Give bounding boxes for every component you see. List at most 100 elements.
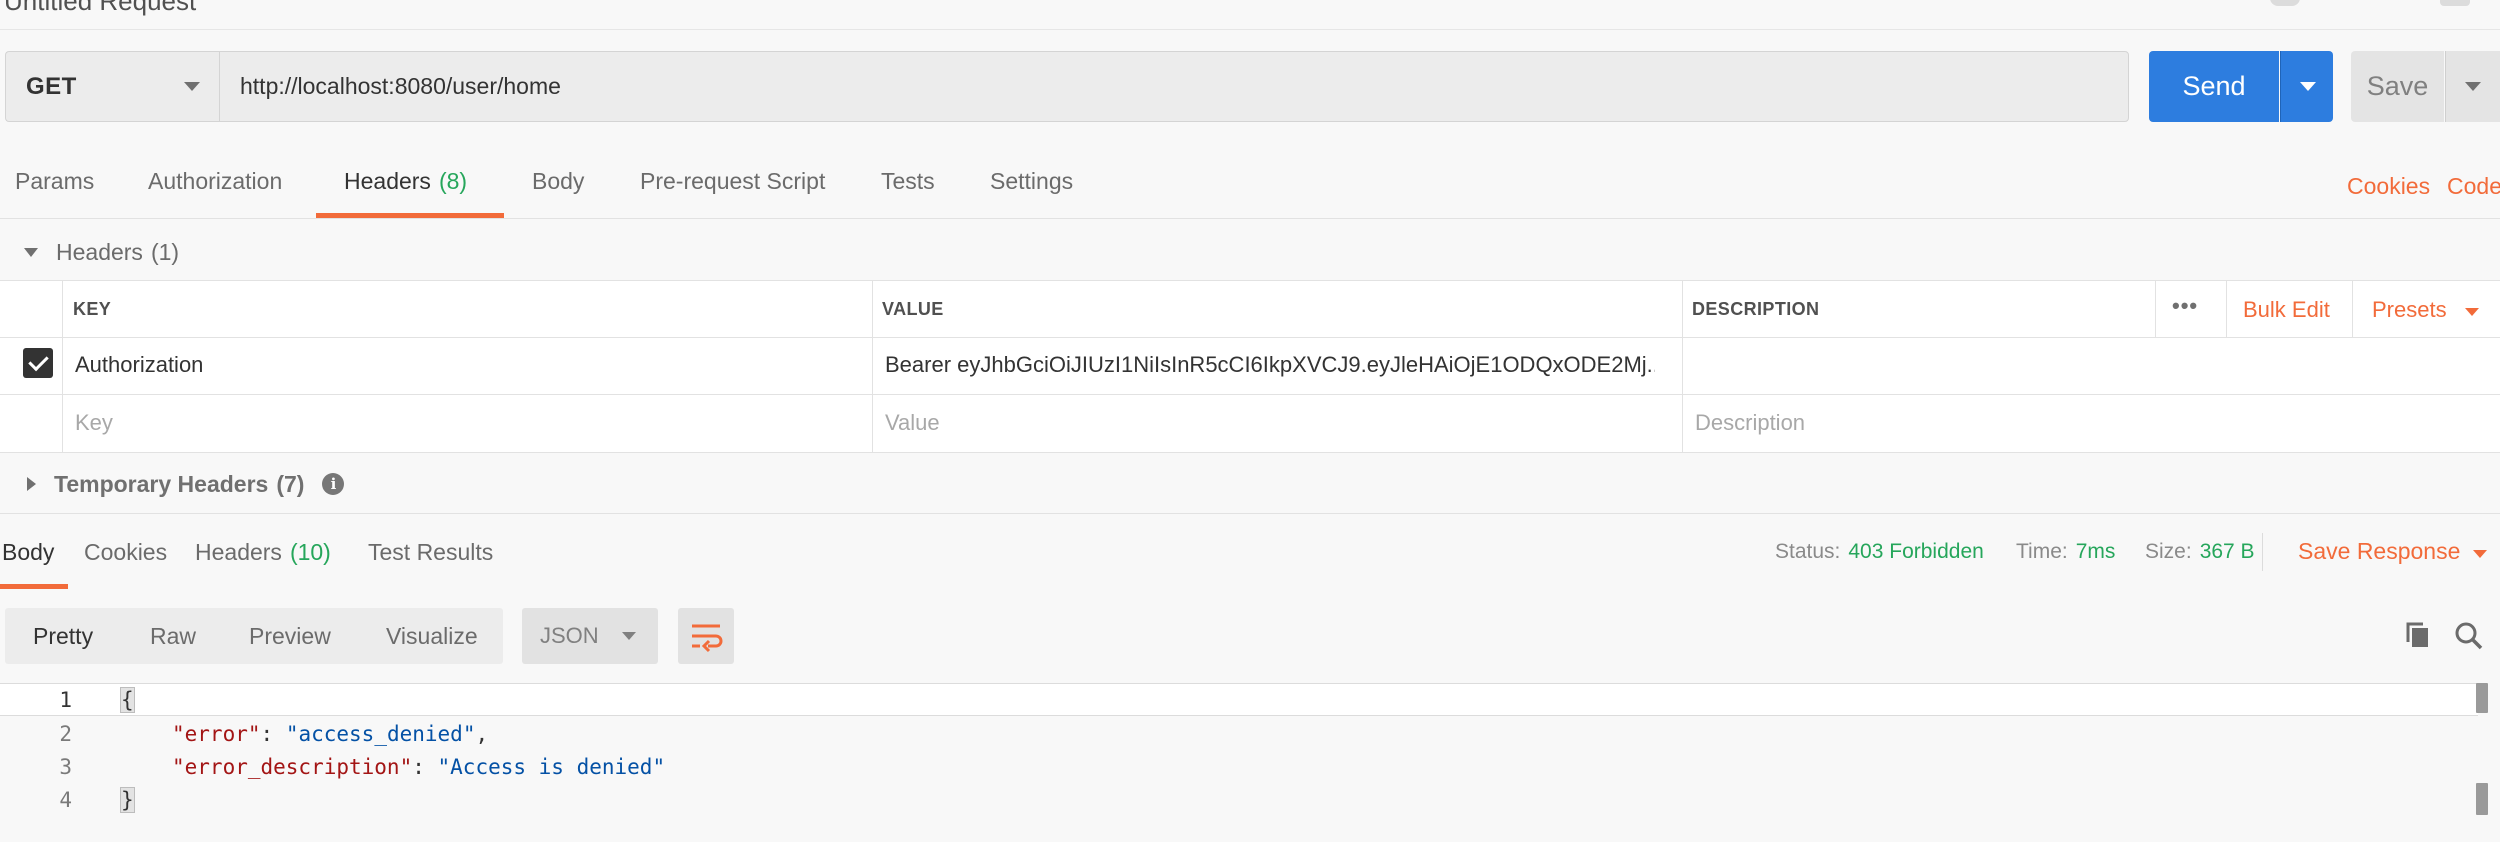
scrollbar-thumb[interactable] xyxy=(2476,683,2488,713)
method-select[interactable]: GET xyxy=(5,51,219,122)
chevron-down-icon xyxy=(2473,550,2487,558)
response-tab-test-results[interactable]: Test Results xyxy=(368,514,493,590)
size-label: Size: xyxy=(2145,540,2192,563)
caret-down-icon xyxy=(24,247,38,257)
json-string: "Access is denied" xyxy=(437,754,666,779)
code-text: { xyxy=(120,686,135,713)
tab-params[interactable]: Params xyxy=(15,143,94,219)
new-description-input[interactable]: Description xyxy=(1695,410,1805,436)
presets-dropdown[interactable]: Presets xyxy=(2372,297,2447,323)
bulk-edit-link[interactable]: Bulk Edit xyxy=(2243,297,2330,323)
scrollbar-thumb[interactable] xyxy=(2476,783,2488,815)
tab-body[interactable]: Body xyxy=(532,143,584,219)
search-icon[interactable] xyxy=(2453,620,2485,652)
format-select[interactable]: JSON xyxy=(522,608,658,664)
table-row: Authorization Bearer eyJhbGciOiJIUzI1NiI… xyxy=(0,338,2500,395)
table-row-new: Key Value Description xyxy=(0,395,2500,453)
new-key-input[interactable]: Key xyxy=(75,410,113,436)
header-key-cell[interactable]: Authorization xyxy=(75,352,865,378)
json-colon: : xyxy=(260,721,286,746)
response-toolbar: Pretty Raw Preview Visualize JSON xyxy=(5,608,2500,664)
divider xyxy=(2262,533,2263,571)
code-line: 1 { xyxy=(0,683,2478,716)
line-number: 2 xyxy=(59,721,72,746)
copy-icon[interactable] xyxy=(2403,620,2433,650)
caret-right-icon xyxy=(27,477,36,491)
line-number: 1 xyxy=(59,687,72,712)
temporary-headers-count: (7) xyxy=(276,470,305,497)
request-title[interactable]: Untitled Request xyxy=(4,0,196,17)
chevron-down-icon xyxy=(622,632,636,640)
tab-tests[interactable]: Tests xyxy=(881,143,935,219)
code-link[interactable]: Code xyxy=(2447,173,2500,200)
active-tab-indicator xyxy=(0,584,68,589)
send-options-button[interactable] xyxy=(2280,51,2333,122)
info-icon[interactable]: i xyxy=(322,473,345,495)
headers-table: KEY VALUE DESCRIPTION ••• Bulk Edit Pres… xyxy=(0,280,2500,453)
response-tab-cookies[interactable]: Cookies xyxy=(84,514,167,590)
response-tab-headers-label: Headers xyxy=(195,538,282,565)
json-comma: , xyxy=(475,721,489,746)
temporary-headers-label: Temporary Headers xyxy=(54,470,269,497)
chevron-down-icon xyxy=(2465,308,2479,316)
time-label: Time: xyxy=(2016,540,2068,563)
code-text: } xyxy=(120,786,135,813)
headers-section-label: Headers xyxy=(56,238,143,265)
code-line: 3 "error_description": "Access is denied… xyxy=(0,750,2478,783)
response-tab-headers-count: (10) xyxy=(289,538,331,565)
column-header-key: KEY xyxy=(73,299,112,319)
code-text: "error": "access_denied", xyxy=(172,722,488,746)
wrap-lines-icon xyxy=(692,624,723,653)
response-tab-headers[interactable]: Headers (10) xyxy=(195,514,331,590)
comment-icon[interactable] xyxy=(2270,0,2300,6)
divider xyxy=(872,281,873,453)
save-response-button[interactable]: Save Response xyxy=(2298,538,2460,565)
send-button[interactable]: Send xyxy=(2149,51,2279,122)
request-tabs: Params Authorization Headers (8) Body Pr… xyxy=(0,143,2500,219)
status-value[interactable]: 403 Forbidden xyxy=(1848,540,1983,564)
code-line: 4 } xyxy=(0,783,2478,816)
tab-headers-count: (8) xyxy=(438,167,468,194)
new-value-input[interactable]: Value xyxy=(885,410,940,436)
url-field-container xyxy=(219,51,2129,122)
request-title-bar: Untitled Request xyxy=(0,0,2500,30)
temporary-headers-toggle[interactable]: Temporary Headers (7) i xyxy=(0,464,345,504)
column-header-description: DESCRIPTION xyxy=(1692,299,1820,319)
header-enabled-checkbox[interactable] xyxy=(23,348,53,378)
url-input[interactable] xyxy=(240,73,2128,100)
status-label: Status: xyxy=(1775,540,1841,563)
response-code-editor[interactable]: 1 { 2 "error": "access_denied", 3 "error… xyxy=(0,683,2500,842)
divider xyxy=(62,281,63,453)
headers-section-count: (1) xyxy=(150,238,180,265)
view-visualize[interactable]: Visualize xyxy=(386,608,478,664)
response-tab-body[interactable]: Body xyxy=(2,514,54,590)
tab-headers[interactable]: Headers (8) xyxy=(344,143,467,219)
close-brace: } xyxy=(120,786,135,813)
view-raw[interactable]: Raw xyxy=(150,608,196,664)
code-line: 2 "error": "access_denied", xyxy=(0,717,2478,750)
divider xyxy=(1682,281,1683,453)
save-options-button[interactable] xyxy=(2445,51,2500,122)
cookies-link[interactable]: Cookies xyxy=(2347,173,2430,200)
headers-section-toggle[interactable]: Headers (1) xyxy=(0,232,179,272)
divider xyxy=(2352,281,2353,338)
more-icon[interactable] xyxy=(2440,0,2470,6)
tab-headers-label: Headers xyxy=(344,167,431,194)
size-value[interactable]: 367 B xyxy=(2200,540,2255,564)
save-button[interactable]: Save xyxy=(2351,51,2444,122)
view-pretty[interactable]: Pretty xyxy=(33,608,93,664)
time-value[interactable]: 7ms xyxy=(2076,540,2116,564)
more-options-icon[interactable]: ••• xyxy=(2172,293,2198,319)
view-preview[interactable]: Preview xyxy=(249,608,331,664)
status-info: Status: 403 Forbidden xyxy=(1775,514,1984,590)
tab-authorization[interactable]: Authorization xyxy=(148,143,282,219)
size-info: Size: 367 B xyxy=(2145,514,2255,590)
tab-settings[interactable]: Settings xyxy=(990,143,1073,219)
divider xyxy=(2155,281,2156,338)
tab-pre-request-script[interactable]: Pre-request Script xyxy=(640,143,825,219)
header-value-cell[interactable]: Bearer eyJhbGciOiJIUzI1NiIsInR5cCI6IkpXV… xyxy=(885,352,1655,378)
json-key: "error_description" xyxy=(172,754,413,779)
divider xyxy=(2226,281,2227,338)
wrap-lines-button[interactable] xyxy=(678,608,734,664)
json-colon: : xyxy=(412,754,438,779)
